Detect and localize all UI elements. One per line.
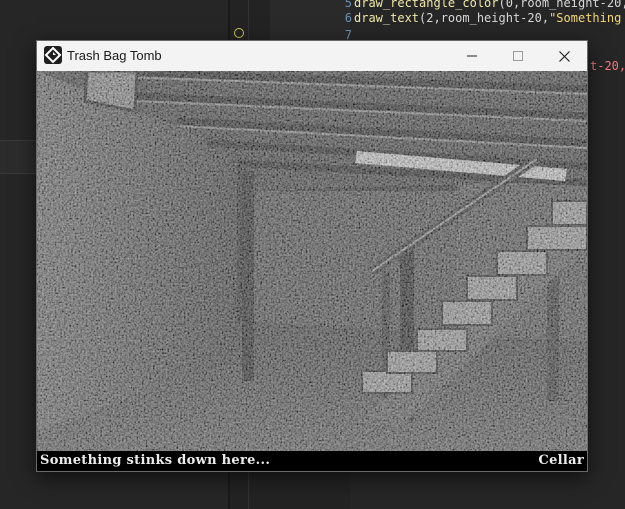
cellar-scene bbox=[37, 71, 587, 451]
minimize-button[interactable] bbox=[449, 41, 495, 71]
game-viewport[interactable]: Something stinks down here... Cellar bbox=[37, 71, 587, 471]
line-number: 6 bbox=[344, 11, 352, 25]
code-function: draw_text bbox=[354, 11, 420, 25]
code-fragment-text: t-20, bbox=[590, 59, 625, 73]
code-args: (0,room_height-20,r bbox=[498, 0, 625, 10]
minimize-icon bbox=[467, 55, 477, 57]
maximize-icon bbox=[513, 51, 523, 61]
line-number: 5 bbox=[344, 0, 352, 10]
code-fragment: t-20," bbox=[590, 59, 625, 73]
close-icon bbox=[558, 50, 570, 62]
window-title: Trash Bag Tomb bbox=[67, 48, 162, 63]
grain-texture bbox=[37, 71, 587, 451]
code-args: (2,room_height-20, bbox=[419, 11, 550, 25]
code-function: draw_rectangle_color bbox=[354, 0, 499, 10]
code-string: "Something s bbox=[549, 11, 625, 25]
gamemaker-icon bbox=[44, 46, 62, 64]
code-line: 6draw_text(2,room_height-20,"Something s bbox=[332, 11, 625, 25]
close-button[interactable] bbox=[541, 41, 587, 71]
ide-breakpoint-icon bbox=[234, 28, 244, 38]
room-name: Cellar bbox=[538, 453, 584, 468]
title-bar[interactable]: Trash Bag Tomb bbox=[37, 41, 587, 71]
maximize-button[interactable] bbox=[495, 41, 541, 71]
game-message: Something stinks down here... bbox=[40, 453, 271, 468]
code-line: 5 draw_rectangle_color(0,room_height-20,r bbox=[332, 0, 625, 10]
game-window[interactable]: Trash Bag Tomb Something stinks down her… bbox=[36, 40, 588, 472]
hud-bar: Something stinks down here... Cellar bbox=[37, 451, 587, 471]
